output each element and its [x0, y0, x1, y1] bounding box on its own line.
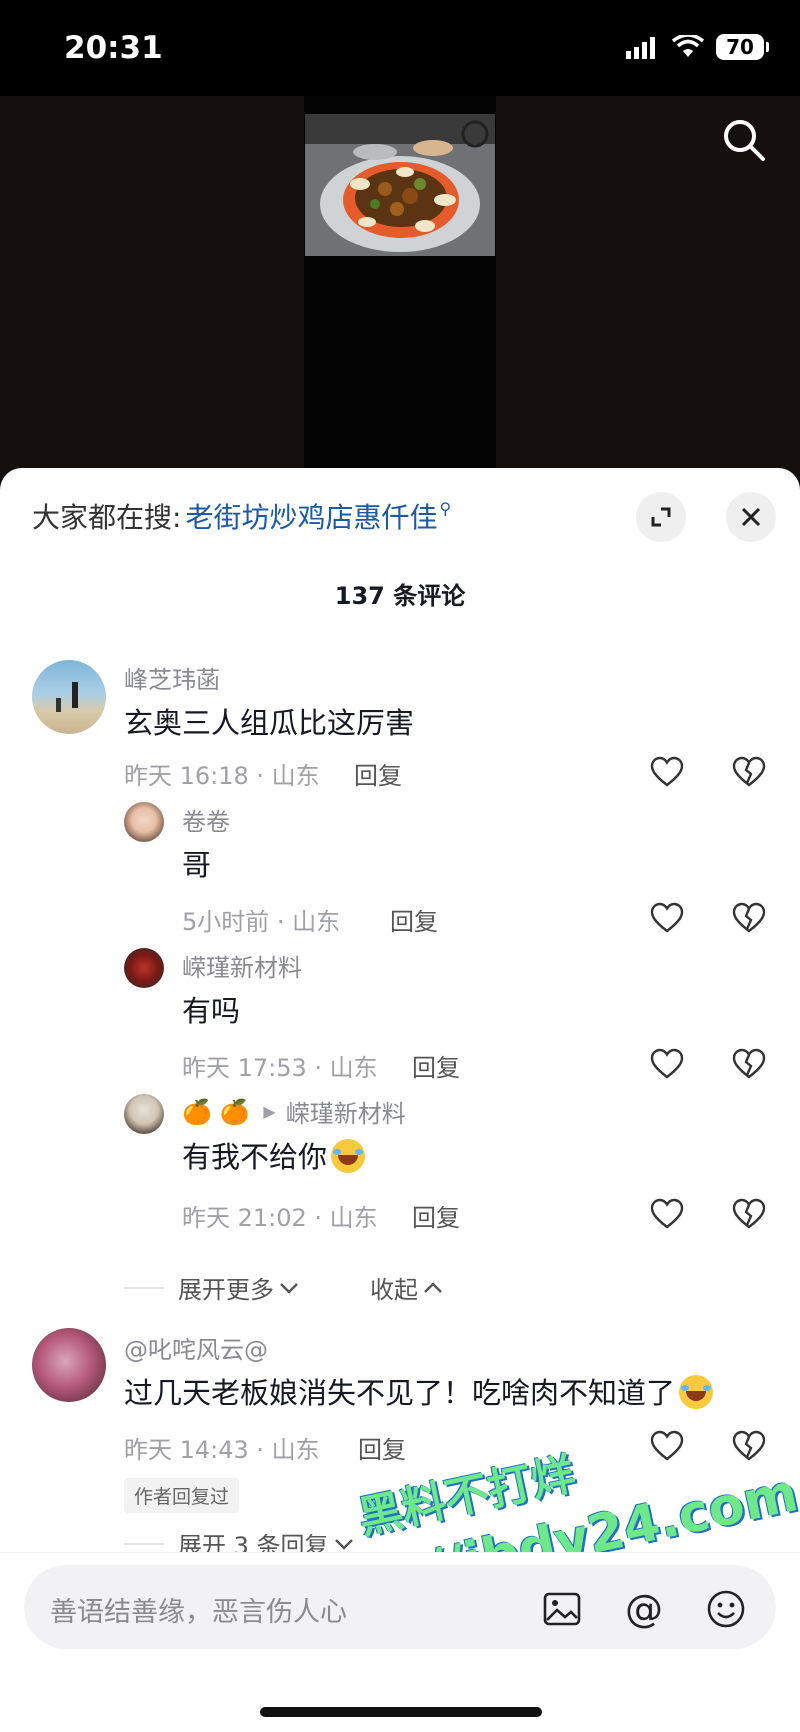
reply-text-row: 有我不给你 — [182, 1134, 366, 1176]
reply-meta: 5小时前 · 山东 — [182, 908, 341, 936]
comment-count: 137 条评论 — [334, 582, 466, 610]
like-heart-icon[interactable] — [650, 1430, 684, 1462]
reply-meta: 昨天 21:02 · 山东 — [182, 1204, 378, 1232]
like-heart-icon[interactable] — [650, 756, 684, 788]
laughing-emoji-icon — [331, 1139, 366, 1173]
reply-arrow-icon: ▶ — [263, 1102, 276, 1121]
image-button[interactable] — [540, 1587, 584, 1631]
comment-username[interactable]: 峰芝玮菡 — [124, 660, 220, 695]
dislike-broken-heart-icon[interactable] — [732, 756, 766, 788]
status-bar: 20:31 70 — [0, 0, 800, 96]
emoji-button[interactable] — [704, 1587, 748, 1631]
small-search-icon: ⚲ — [439, 498, 452, 518]
like-heart-icon[interactable] — [650, 902, 684, 934]
reply-text: 有我不给你 — [182, 1140, 328, 1174]
signal-icon — [626, 37, 655, 59]
reply-button[interactable]: 回复 — [412, 1198, 460, 1233]
comment-text: 玄奥三人组瓜比这厉害 — [124, 706, 415, 740]
reply-username[interactable]: 嵘瑾新材料 — [182, 948, 302, 983]
avatar[interactable] — [32, 1328, 106, 1402]
wifi-icon — [672, 35, 704, 57]
expand-fullscreen-button[interactable] — [636, 492, 686, 542]
reply-text: 有吗 — [182, 994, 241, 1028]
avatar[interactable] — [124, 948, 164, 988]
reply-meta: 昨天 17:53 · 山东 — [182, 1054, 378, 1082]
dislike-broken-heart-icon[interactable] — [732, 902, 766, 934]
dislike-broken-heart-icon[interactable] — [732, 1048, 766, 1080]
comment-username[interactable]: @叱咤风云@ — [124, 1330, 268, 1365]
comment-meta: 昨天 14:43 · 山东 — [124, 1436, 320, 1464]
home-indicator[interactable] — [260, 1707, 542, 1717]
status-icons: 70 — [626, 34, 769, 60]
mention-button[interactable]: @ — [622, 1587, 666, 1631]
avatar[interactable] — [32, 660, 106, 734]
reply-username-row: 🍊 🍊 ▶ 嵘瑾新材料 — [182, 1094, 406, 1129]
chevron-down-icon — [334, 1538, 353, 1550]
like-heart-icon[interactable] — [650, 1198, 684, 1230]
chevron-up-icon — [424, 1281, 442, 1293]
reply-button[interactable]: 回复 — [412, 1048, 460, 1083]
dislike-broken-heart-icon[interactable] — [732, 1198, 766, 1230]
video-thumbnail[interactable] — [305, 114, 495, 256]
comment-input[interactable]: 善语结善缘，恶言伤人心 @ — [24, 1565, 776, 1649]
avatar[interactable] — [124, 1094, 164, 1134]
reply-button[interactable]: 回复 — [354, 756, 402, 791]
dislike-broken-heart-icon[interactable] — [732, 1430, 766, 1462]
chevron-down-icon — [280, 1282, 298, 1294]
comment-text: 过几天老板娘消失不见了！吃啥肉不知道了 — [124, 1376, 676, 1410]
image-icon — [543, 1592, 581, 1626]
comment-text-row: 过几天老板娘消失不见了！吃啥肉不知道了 — [124, 1370, 714, 1412]
status-time: 20:31 — [64, 30, 163, 66]
reply-username[interactable]: 🍊 🍊 — [182, 1098, 249, 1126]
close-icon — [741, 507, 761, 527]
hot-search-bar[interactable]: 大家都在搜: 老街坊炒鸡店惠仟佳 ⚲ — [32, 496, 451, 536]
comment-input-bar: 善语结善缘，恶言伤人心 @ — [0, 1552, 800, 1732]
reply-text: 哥 — [182, 848, 212, 882]
hot-search-link[interactable]: 老街坊炒鸡店惠仟佳 — [185, 496, 437, 536]
smiley-icon — [707, 1590, 745, 1628]
like-heart-icon[interactable] — [650, 1048, 684, 1080]
expand-icon — [651, 507, 671, 527]
reply-to-username[interactable]: 嵘瑾新材料 — [286, 1094, 406, 1129]
comment-input-placeholder: 善语结善缘，恶言伤人心 — [50, 1597, 347, 1628]
avatar[interactable] — [124, 802, 164, 842]
reply-button[interactable]: 回复 — [358, 1430, 406, 1465]
laughing-emoji-icon — [679, 1375, 714, 1409]
hot-search-prefix: 大家都在搜: — [32, 501, 182, 534]
search-icon[interactable] — [722, 118, 766, 166]
at-icon: @ — [625, 1587, 663, 1631]
author-replied-badge: 作者回复过 — [124, 1478, 240, 1513]
comment-meta: 昨天 16:18 · 山东 — [124, 762, 320, 790]
battery-indicator: 70 — [716, 34, 769, 60]
collapse-button[interactable]: 收起 — [370, 1270, 418, 1305]
reply-button[interactable]: 回复 — [390, 902, 438, 937]
reply-username[interactable]: 卷卷 — [182, 802, 230, 837]
close-button[interactable] — [726, 492, 776, 542]
thread-controls: 展开更多 收起 — [124, 1270, 444, 1305]
expand-more-button[interactable]: 展开更多 — [178, 1270, 274, 1305]
